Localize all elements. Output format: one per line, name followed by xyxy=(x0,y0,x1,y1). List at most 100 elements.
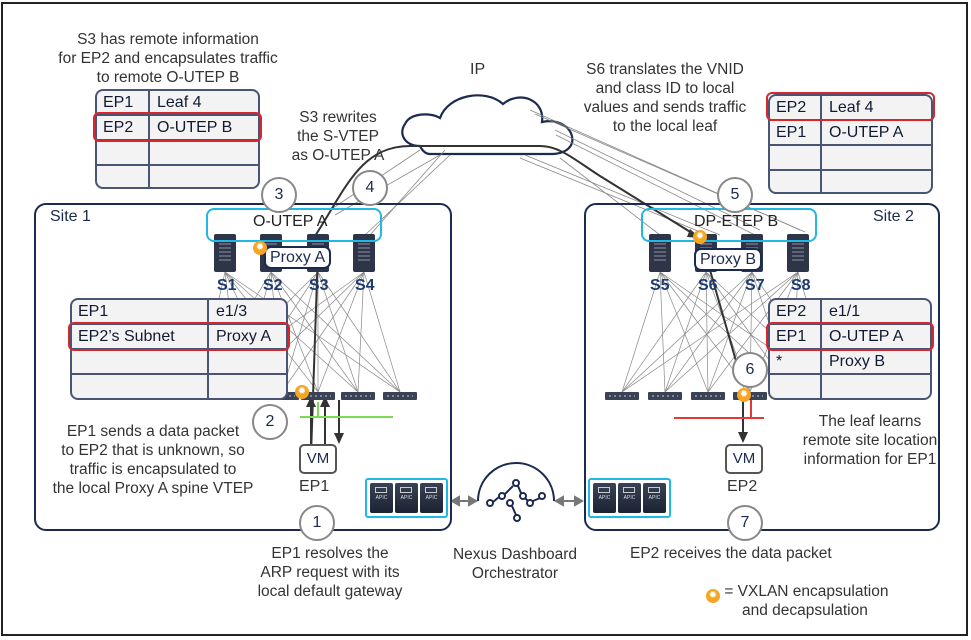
annotation-line: local default gateway xyxy=(257,583,403,600)
endpoint-label: EP2 xyxy=(727,478,758,495)
table-cell xyxy=(209,375,216,398)
step-4: 4 xyxy=(352,170,388,206)
highlight-s3-ep2 xyxy=(93,112,262,142)
apic-cluster-site1: APIC APIC APIC xyxy=(365,478,448,518)
apic-icon: APIC xyxy=(618,483,641,513)
step-1: 1 xyxy=(299,505,335,541)
table-cell: EP2 xyxy=(770,300,822,323)
table-cell xyxy=(770,375,822,398)
table-cell: Leaf 4 xyxy=(157,94,202,111)
table-cell: EP1 xyxy=(770,121,822,144)
table-row xyxy=(72,375,286,398)
apic-cluster-site2: APIC APIC APIC xyxy=(588,478,671,518)
group-label: O-UTEP A xyxy=(253,213,328,230)
spine-label: S4 xyxy=(355,277,375,294)
table-cell xyxy=(209,350,216,373)
site-2-label: Site 2 xyxy=(873,208,914,225)
vxlan-encap-icon: ✹ xyxy=(737,388,751,402)
spine-label: S6 xyxy=(698,277,718,294)
table-cell xyxy=(150,141,157,164)
annotation-line: the S-VTEP xyxy=(297,128,379,145)
annotation-line: S6 translates the VNID xyxy=(586,61,744,78)
annotation-line: ARP request with its xyxy=(260,564,400,581)
table-row: EP1 O-UTEP A xyxy=(770,121,931,146)
legend-line: and decapsulation xyxy=(742,602,868,619)
annotation-line: values and sends traffic xyxy=(583,99,747,116)
apic-icon: APIC xyxy=(370,483,393,513)
table-cell xyxy=(97,166,150,187)
highlight-ep2-subnet xyxy=(68,322,290,351)
vxlan-encap-icon: ✹ xyxy=(295,385,309,399)
table-cell xyxy=(822,171,829,192)
annotation-line: as O-UTEP A xyxy=(291,147,385,164)
legend: ✹ = VXLAN encapsulation and decapsulatio… xyxy=(706,582,916,620)
step-2: 2 xyxy=(252,404,288,440)
table-cell xyxy=(822,146,829,169)
spine-label: S5 xyxy=(650,277,670,294)
spine-label: S3 xyxy=(309,277,329,294)
table-cell xyxy=(72,350,209,373)
proxy-b-label: Proxy B xyxy=(694,248,763,271)
apic-icon: APIC xyxy=(643,483,666,513)
table-cell: O-UTEP A xyxy=(829,124,904,141)
legend-line: = VXLAN encapsulation xyxy=(724,583,889,600)
vm-ep1: VM xyxy=(299,444,337,474)
cloud-label: IP xyxy=(470,61,486,78)
table-cell: EP1 xyxy=(97,91,150,114)
table-row xyxy=(770,171,931,192)
step-6: 6 xyxy=(732,352,768,388)
step-7: 7 xyxy=(727,505,763,541)
table-cell: * xyxy=(770,350,822,373)
orchestrator-label: Nexus Dashboard Orchestrator xyxy=(440,545,590,583)
table-cell: e1/3 xyxy=(216,303,248,320)
annotation-ep2-receives: EP2 receives the data packet xyxy=(630,545,832,562)
site-1-label: Site 1 xyxy=(50,208,91,225)
annotation-line: and class ID to local xyxy=(595,80,735,97)
spine-label: S8 xyxy=(791,277,811,294)
spine-label: S1 xyxy=(217,277,237,294)
table-cell xyxy=(72,375,209,398)
table-cell xyxy=(770,171,822,192)
vxlan-encap-icon: ✹ xyxy=(253,241,267,255)
apic-icon: APIC xyxy=(593,483,616,513)
group-label: DP-ETEP B xyxy=(694,213,779,230)
orchestrator-icon xyxy=(477,462,555,522)
table-cell xyxy=(770,146,822,169)
step-5: 5 xyxy=(717,177,753,213)
spine-label: S2 xyxy=(263,277,283,294)
annotation-line: to the local leaf xyxy=(612,118,718,135)
annotation-line: S3 has remote information xyxy=(77,31,259,48)
vxlan-encap-icon: ✹ xyxy=(706,589,720,603)
spine-label: S7 xyxy=(745,277,765,294)
table-cell xyxy=(150,166,157,187)
table-row: * Proxy B xyxy=(770,350,930,375)
annotation-line: S3 rewrites xyxy=(299,109,377,126)
annotation-s3-remote: S3 has remote information for EP2 and en… xyxy=(48,30,288,87)
apic-icon: APIC xyxy=(395,483,418,513)
table-row xyxy=(72,350,286,375)
table-cell: EP1 xyxy=(72,300,209,323)
table-row xyxy=(97,166,258,187)
table-row xyxy=(770,375,930,398)
annotation-line: for EP2 and encapsulates traffic xyxy=(58,50,278,67)
step-3: 3 xyxy=(261,177,297,213)
endpoint-label: EP1 xyxy=(299,478,330,495)
annotation-line: to remote O-UTEP B xyxy=(96,69,240,86)
highlight-s6-ep2 xyxy=(766,92,935,121)
annotation-ep1-resolves: EP1 resolves the ARP request with its lo… xyxy=(245,544,415,601)
apic-icon: APIC xyxy=(420,483,443,513)
table-cell: Proxy B xyxy=(829,353,886,370)
table-row xyxy=(97,141,258,166)
orchestrator-line: Nexus Dashboard xyxy=(452,546,578,563)
annotation-line: EP1 resolves the xyxy=(271,545,389,562)
annotation-s3-rewrites: S3 rewrites the S-VTEP as O-UTEP A xyxy=(283,108,393,165)
highlight-ep1-outep xyxy=(766,322,934,351)
annotation-s6-translates: S6 translates the VNID and class ID to l… xyxy=(575,60,755,136)
table-cell xyxy=(822,375,829,398)
orchestrator-line: Orchestrator xyxy=(471,565,559,582)
vm-ep2: VM xyxy=(725,444,763,474)
table-row xyxy=(770,146,931,171)
table-cell xyxy=(97,141,150,164)
vxlan-encap-icon: ✹ xyxy=(693,230,707,244)
table-cell: e1/1 xyxy=(829,303,861,320)
